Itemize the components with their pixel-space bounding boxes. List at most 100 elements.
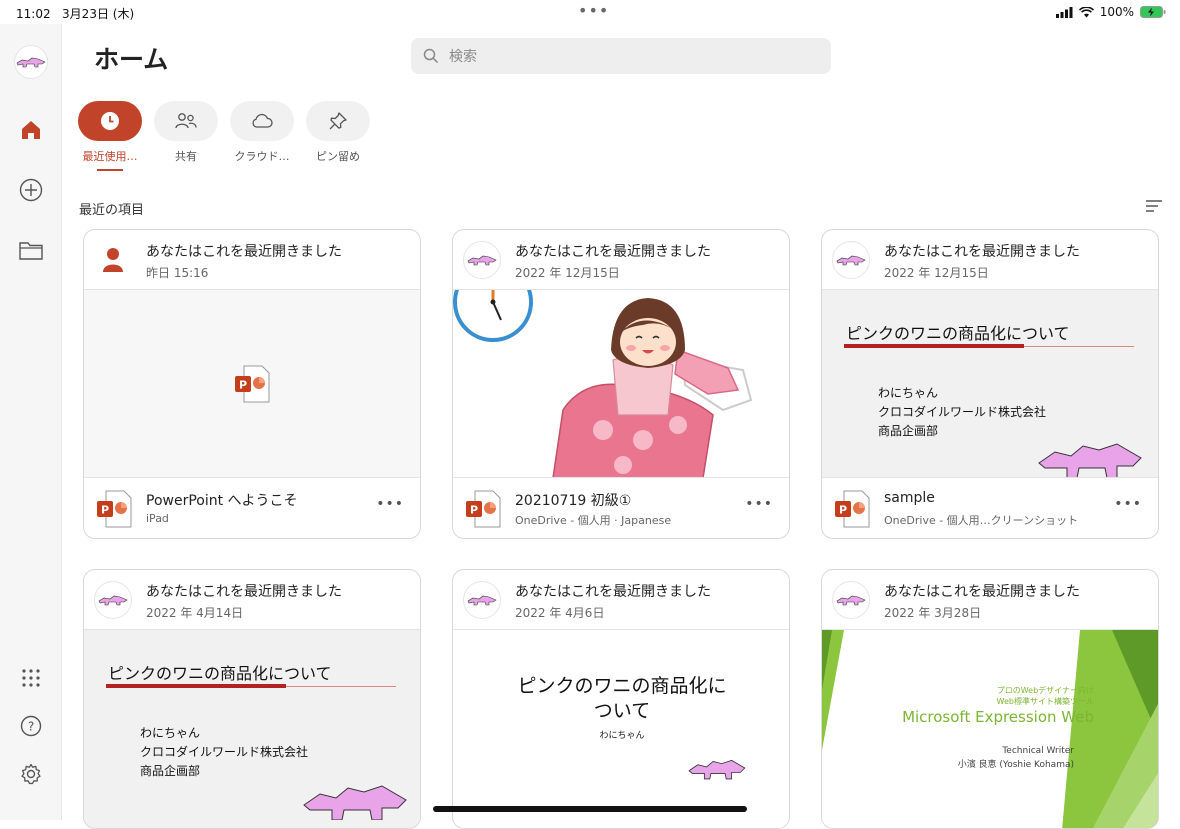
opened-date: 2022 年 4月6日 [515, 606, 605, 620]
slide-title: Microsoft Expression Web [902, 708, 1094, 726]
file-thumbnail: P [84, 290, 420, 478]
pink-crocodile-illustration [1038, 443, 1142, 477]
slide-title: ピンクのワニの商品化に ついて [517, 675, 727, 722]
file-name: sample [884, 490, 935, 506]
apps-nav-button[interactable] [15, 662, 47, 694]
recent-file-card[interactable]: あなたはこれを最近開きました 2022 年 12月15日 ピンクのワニの商品化に… [821, 229, 1159, 539]
pink-crocodile-icon [467, 595, 497, 606]
pink-crocodile-icon [836, 255, 866, 266]
recent-file-card[interactable]: あなたはこれを最近開きました 2022 年 12月15日 P 20210719 … [452, 229, 790, 539]
powerpoint-file-icon: P [835, 490, 870, 528]
pin-icon [329, 112, 347, 130]
app-grid-icon [22, 669, 40, 687]
svg-text:P: P [839, 504, 847, 517]
file-thumbnail [453, 290, 789, 478]
status-bar: 11:02 3月23日 (木) ••• 100% [0, 0, 1180, 24]
home-indicator [433, 806, 747, 812]
owner-avatar [463, 241, 501, 279]
more-options-button[interactable]: ••• [376, 496, 404, 512]
home-icon [22, 121, 40, 139]
file-location: OneDrive - 個人用 · Japanese [515, 514, 672, 527]
account-avatar[interactable] [14, 45, 48, 79]
opened-date: 昨日 15:16 [146, 266, 209, 280]
green-triangle-decoration [822, 630, 1158, 828]
help-circle-icon: ? [20, 715, 42, 737]
file-thumbnail: ピンクのワニの商品化に ついて わにちゃん [453, 630, 789, 828]
file-location: OneDrive - 個人用…クリーンショット [884, 514, 1079, 527]
owner-avatar [463, 581, 501, 619]
slide-body: わにちゃん クロコダイルワールド株式会社 商品企画部 [878, 386, 1047, 438]
recent-file-card[interactable]: あなたはこれを最近開きました 2022 年 4月14日 ピンクのワニの商品化につ… [83, 569, 421, 829]
page-title: ホーム [94, 45, 169, 74]
slide-author: Technical Writer 小濱 良恵 (Yoshie Kohama) [957, 746, 1074, 770]
filter-shared-label: 共有 [175, 150, 197, 163]
people-icon [175, 113, 197, 129]
powerpoint-file-icon: P [466, 490, 501, 528]
slide-rule-accent [106, 684, 286, 688]
new-file-nav-button[interactable] [15, 174, 47, 206]
pink-crocodile-icon [98, 595, 128, 606]
opened-label: あなたはこれを最近開きました [515, 584, 711, 600]
pink-crocodile-icon [836, 595, 866, 606]
home-nav-button[interactable] [15, 114, 47, 146]
opened-date: 2022 年 12月15日 [515, 266, 620, 280]
wifi-icon [1078, 6, 1094, 17]
pink-crocodile-illustration [303, 785, 407, 820]
powerpoint-file-icon: P [97, 490, 132, 528]
recent-file-card[interactable]: あなたはこれを最近開きました 昨日 15:16 P P PowerPoint へ… [83, 229, 421, 539]
cellular-icon [1055, 6, 1073, 18]
sidebar: ? [0, 24, 62, 820]
filter-shared[interactable]: 共有 [154, 101, 218, 164]
filter-pinned[interactable]: ピン留め [306, 101, 370, 164]
powerpoint-file-icon: P [235, 365, 270, 403]
active-filter-underline [97, 169, 123, 171]
slide-kicker: プロのWebデザイナー向け Web標準サイト構築ツール [996, 686, 1094, 706]
help-nav-button[interactable]: ? [15, 710, 47, 742]
multitask-dots-icon[interactable]: ••• [578, 1, 609, 20]
opened-date: 2022 年 3月28日 [884, 606, 982, 620]
section-title: 最近の項目 [79, 203, 145, 218]
file-name: 20210719 初級① [515, 493, 632, 509]
cloud-icon [252, 113, 273, 128]
svg-text:P: P [239, 379, 247, 392]
opened-label: あなたはこれを最近開きました [515, 244, 711, 260]
more-options-button[interactable]: ••• [1114, 496, 1142, 512]
slide-title: ピンクのワニの商品化について [108, 664, 332, 683]
opened-label: あなたはこれを最近開きました [146, 244, 342, 260]
slide-body: わにちゃん クロコダイルワールド株式会社 商品企画部 [140, 726, 309, 778]
gear-icon [21, 763, 41, 785]
slide-rule-accent [844, 344, 1024, 348]
list-view-icon[interactable] [1145, 198, 1163, 214]
person-avatar [94, 241, 132, 279]
settings-nav-button[interactable] [15, 758, 47, 790]
person-icon [103, 248, 123, 272]
open-files-nav-button[interactable] [15, 234, 47, 266]
svg-text:?: ? [28, 720, 34, 734]
folder-icon [19, 242, 43, 260]
search-input[interactable]: 検索 [411, 38, 831, 74]
owner-avatar [94, 581, 132, 619]
battery-percent: 100% [1099, 5, 1134, 19]
file-location: iPad [146, 512, 169, 525]
opened-date: 2022 年 4月14日 [146, 606, 244, 620]
owner-avatar [832, 581, 870, 619]
slide-subtitle: わにちゃん [599, 731, 645, 741]
slide-title: ピンクのワニの商品化について [846, 324, 1070, 343]
status-right: 100% [1055, 5, 1166, 19]
file-thumbnail: ピンクのワニの商品化について わにちゃん クロコダイルワールド株式会社 商品企画… [822, 290, 1158, 478]
status-time: 11:02 3月23日 (木) [16, 7, 135, 21]
recent-file-card[interactable]: あなたはこれを最近開きました 2022 年 4月6日 ピンクのワニの商品化に つ… [452, 569, 790, 829]
pink-crocodile-icon [16, 57, 46, 68]
filter-cloud-label: クラウド… [234, 150, 290, 163]
battery-charging-icon [1140, 6, 1166, 18]
svg-text:P: P [101, 504, 109, 517]
filter-cloud[interactable]: クラウド… [230, 101, 294, 164]
filter-pinned-label: ピン留め [316, 150, 360, 163]
svg-text:P: P [470, 504, 478, 517]
clock-icon [101, 112, 119, 130]
filter-recent[interactable]: 最近使用… [78, 101, 142, 171]
more-options-button[interactable]: ••• [745, 496, 773, 512]
file-thumbnail: プロのWebデザイナー向け Web標準サイト構築ツール Microsoft Ex… [822, 630, 1158, 828]
opened-label: あなたはこれを最近開きました [884, 244, 1080, 260]
recent-file-card[interactable]: あなたはこれを最近開きました 2022 年 3月28日 プロのWebデザイナー向… [821, 569, 1159, 829]
